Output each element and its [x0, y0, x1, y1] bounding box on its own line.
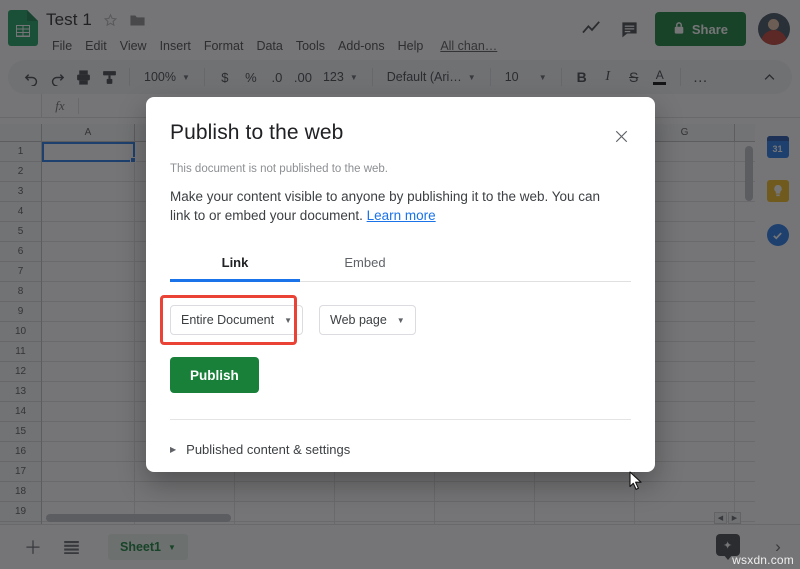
publish-button[interactable]: Publish [170, 357, 259, 393]
dialog-title: Publish to the web [170, 121, 631, 145]
expander-label: Published content & settings [186, 442, 350, 457]
triangle-right-icon: ▶ [170, 445, 176, 454]
watermark: wsxdn.com [732, 553, 794, 567]
scope-select[interactable]: Entire Document ▼ [170, 305, 303, 335]
scope-select-value: Entire Document [181, 313, 274, 327]
publish-to-web-dialog: Publish to the web This document is not … [146, 97, 655, 472]
tab-link[interactable]: Link [170, 247, 300, 281]
dialog-divider [170, 419, 631, 420]
dialog-tabs: Link Embed [170, 247, 631, 282]
dialog-description: Make your content visible to anyone by p… [170, 187, 622, 225]
chevron-down-icon: ▼ [284, 316, 292, 325]
format-select[interactable]: Web page ▼ [319, 305, 416, 335]
close-icon[interactable] [609, 124, 633, 148]
publish-status-text: This document is not published to the we… [170, 163, 631, 175]
chevron-down-icon: ▼ [397, 316, 405, 325]
format-select-value: Web page [330, 313, 387, 327]
published-content-settings-expander[interactable]: ▶ Published content & settings [170, 442, 631, 457]
screen: Test 1 File Edit View [0, 0, 800, 569]
learn-more-link[interactable]: Learn more [367, 208, 436, 223]
mouse-pointer-icon [629, 471, 643, 491]
publish-options-row: Entire Document ▼ Web page ▼ [170, 305, 631, 335]
tab-embed[interactable]: Embed [300, 247, 430, 281]
